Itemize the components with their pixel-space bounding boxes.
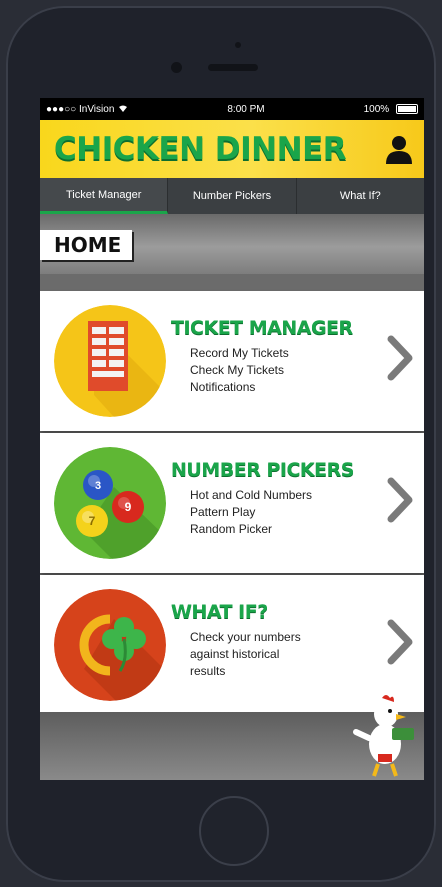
battery-icon [395,103,418,114]
tab-number-pickers[interactable]: Number Pickers [168,178,297,214]
card-number-pickers[interactable]: 3 9 7 NUMBER PICKERS Hot and Cold Number… [40,433,424,573]
tab-ticket-manager[interactable]: Ticket Manager [40,178,169,214]
ball-number: 9 [125,500,132,514]
phone-home-button[interactable] [199,796,269,866]
card-line: Check My Tickets [190,363,285,377]
ball-number: 3 [95,480,101,492]
card-line: Check your numbers [190,630,301,644]
front-camera [171,62,182,73]
card-description: Check your numbers against historical re… [190,629,301,680]
app-title: CHICKEN DINNER [54,131,347,167]
page-title: HOME [40,230,132,260]
chevron-right-icon[interactable] [386,619,414,665]
app-screen: ●●●○○ InVision 8:00 PM 100% CHICKEN DINN… [40,98,424,780]
ball-number: 7 [89,514,96,528]
wifi-icon [119,105,128,112]
card-description: Hot and Cold Numbers Pattern Play Random… [190,487,312,538]
user-profile-icon[interactable] [384,134,414,164]
card-line: results [190,664,226,678]
card-title: TICKET MANAGER [171,317,353,339]
card-title: WHAT IF? [171,601,268,623]
carrier-label: ●●●○○ InVision [46,103,115,115]
earpiece-speaker [208,64,258,71]
clock: 8:00 PM [227,103,265,115]
app-header: CHICKEN DINNER [40,120,424,178]
chevron-right-icon[interactable] [386,335,414,381]
chicken-mascot-icon [352,692,418,780]
proximity-sensor [235,42,241,48]
lottery-balls-icon: 3 9 7 [54,447,166,559]
tab-bar: Ticket Manager Number Pickers What If? [40,178,424,214]
horseshoe-clover-icon [54,589,166,701]
status-bar: ●●●○○ InVision 8:00 PM 100% [40,98,424,120]
ticket-icon [54,305,166,417]
tab-what-if[interactable]: What If? [297,178,424,214]
card-line: Hot and Cold Numbers [190,488,313,502]
card-ticket-manager[interactable]: TICKET MANAGER Record My Tickets Check M… [40,291,424,431]
card-line: Notifications [190,380,256,394]
chevron-right-icon[interactable] [386,477,414,523]
card-line: Random Picker [190,522,273,536]
card-description: Record My Tickets Check My Tickets Notif… [190,345,289,396]
card-title: NUMBER PICKERS [171,459,354,481]
battery-percent: 100% [363,103,390,115]
card-line: Pattern Play [190,505,256,519]
card-line: against historical [190,647,280,661]
card-line: Record My Tickets [190,346,289,360]
